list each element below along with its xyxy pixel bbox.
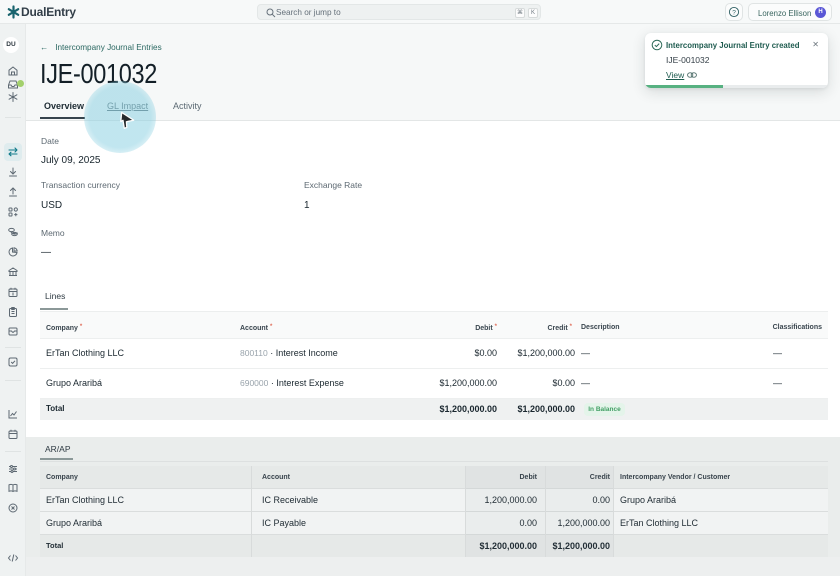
svg-text:?: ?	[732, 9, 736, 16]
